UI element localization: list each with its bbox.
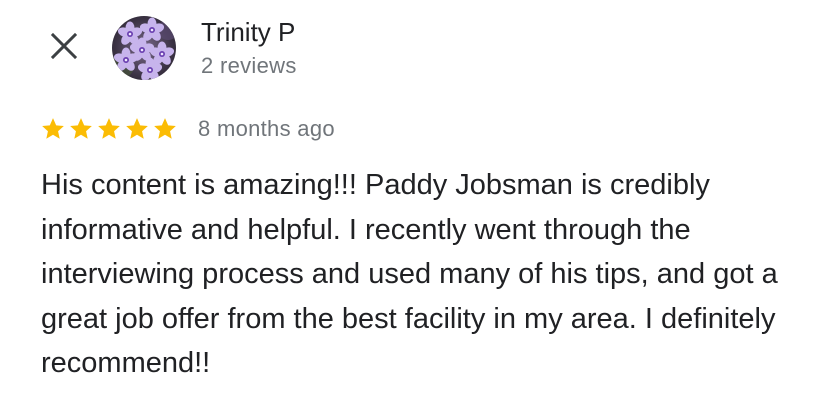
close-icon — [50, 32, 78, 65]
avatar[interactable] — [112, 16, 176, 80]
star-rating — [40, 116, 178, 142]
star-icon — [68, 116, 94, 142]
star-icon — [40, 116, 66, 142]
avatar-photo — [112, 16, 176, 80]
star-icon — [96, 116, 122, 142]
reviewer-review-count: 2 reviews — [201, 53, 297, 78]
review-text: His content is amazing!!! Paddy Jobsman … — [41, 169, 778, 379]
reviewer-name[interactable]: Trinity P — [201, 16, 295, 48]
star-icon — [152, 116, 178, 142]
review-date: 8 months ago — [198, 116, 335, 141]
rating-row: 8 months ago — [40, 113, 335, 145]
close-button[interactable] — [44, 28, 84, 68]
star-icon — [124, 116, 150, 142]
